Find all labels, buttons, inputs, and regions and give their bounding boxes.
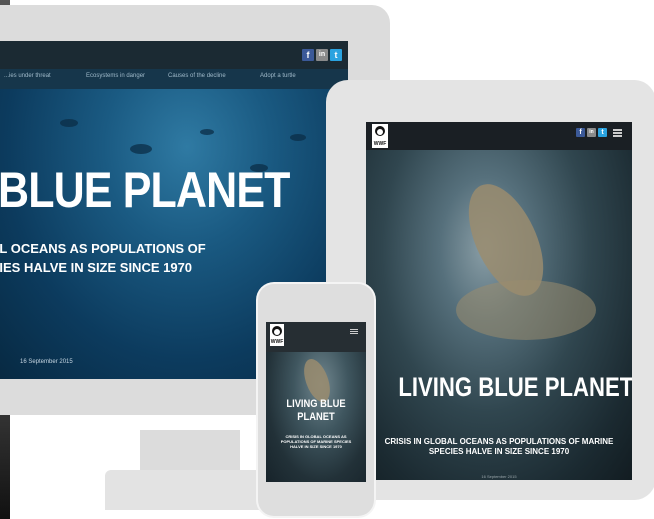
fish-shape bbox=[130, 144, 152, 154]
fish-shape bbox=[290, 134, 306, 141]
tablet-device: WWF f in t LIVING BLUE PLANET CRISIS IN … bbox=[326, 80, 654, 500]
monitor-base bbox=[105, 470, 275, 510]
tablet-hero-title: LIVING BLUE PLANET bbox=[398, 372, 632, 402]
logo-text: WWF bbox=[373, 141, 387, 147]
wwf-logo-icon[interactable]: WWF bbox=[270, 324, 284, 346]
tablet-top-bar: WWF f in t bbox=[366, 122, 632, 150]
linkedin-icon[interactable]: in bbox=[587, 128, 596, 137]
nav-item-ecosystems[interactable]: Ecosystems in danger bbox=[86, 73, 145, 79]
phone-top-bar: WWF bbox=[266, 322, 366, 352]
title-line: LIVING BLUE bbox=[286, 398, 346, 410]
phone-device: WWF LIVING BLUE PLANET CRISIS IN GLOBAL … bbox=[258, 284, 374, 516]
facebook-icon[interactable]: f bbox=[576, 128, 585, 137]
subtitle-line: AL OCEANS AS POPULATIONS OF bbox=[0, 241, 206, 256]
phone-screen: WWF LIVING BLUE PLANET CRISIS IN GLOBAL … bbox=[266, 322, 366, 482]
title-line: PLANET bbox=[297, 411, 335, 423]
desktop-hero-subtitle: AL OCEANS AS POPULATIONS OF CIES HALVE I… bbox=[0, 239, 206, 277]
desktop-top-bar: f in t bbox=[0, 41, 348, 69]
tablet-hero-subtitle: CRISIS IN GLOBAL OCEANS AS POPULATIONS O… bbox=[384, 437, 614, 456]
fish-shape bbox=[200, 129, 214, 135]
linkedin-icon[interactable]: in bbox=[316, 49, 328, 61]
logo-text: WWF bbox=[270, 339, 284, 345]
nav-item-causes[interactable]: Causes of the decline bbox=[168, 73, 226, 79]
facebook-icon[interactable]: f bbox=[302, 49, 314, 61]
tablet-date: 16 September 2015 bbox=[481, 474, 517, 479]
desktop-hero-title: BLUE PLANET bbox=[0, 162, 290, 218]
nav-item-adopt[interactable]: Adopt a turtle bbox=[260, 73, 296, 79]
subtitle-line: CIES HALVE IN SIZE SINCE 1970 bbox=[0, 260, 193, 275]
twitter-icon[interactable]: t bbox=[330, 49, 342, 61]
turtle-body-shape bbox=[456, 280, 596, 340]
nav-item-species[interactable]: ...ies under threat bbox=[4, 73, 51, 79]
desktop-date: 16 September 2015 bbox=[20, 359, 73, 365]
tablet-hero-image bbox=[366, 150, 632, 480]
twitter-icon[interactable]: t bbox=[598, 128, 607, 137]
hamburger-menu-icon[interactable] bbox=[613, 128, 622, 137]
phone-hero-subtitle: CRISIS IN GLOBAL OCEANS AS POPULATIONS O… bbox=[280, 434, 352, 449]
hamburger-menu-icon[interactable] bbox=[350, 328, 358, 335]
wwf-logo-icon[interactable]: WWF bbox=[372, 124, 388, 148]
tablet-screen: WWF f in t LIVING BLUE PLANET CRISIS IN … bbox=[366, 122, 632, 480]
phone-hero-title: LIVING BLUE PLANET bbox=[274, 398, 359, 424]
fish-shape bbox=[60, 119, 78, 127]
desktop-nav-menu: ...ies under threat Ecosystems in danger… bbox=[0, 69, 348, 89]
